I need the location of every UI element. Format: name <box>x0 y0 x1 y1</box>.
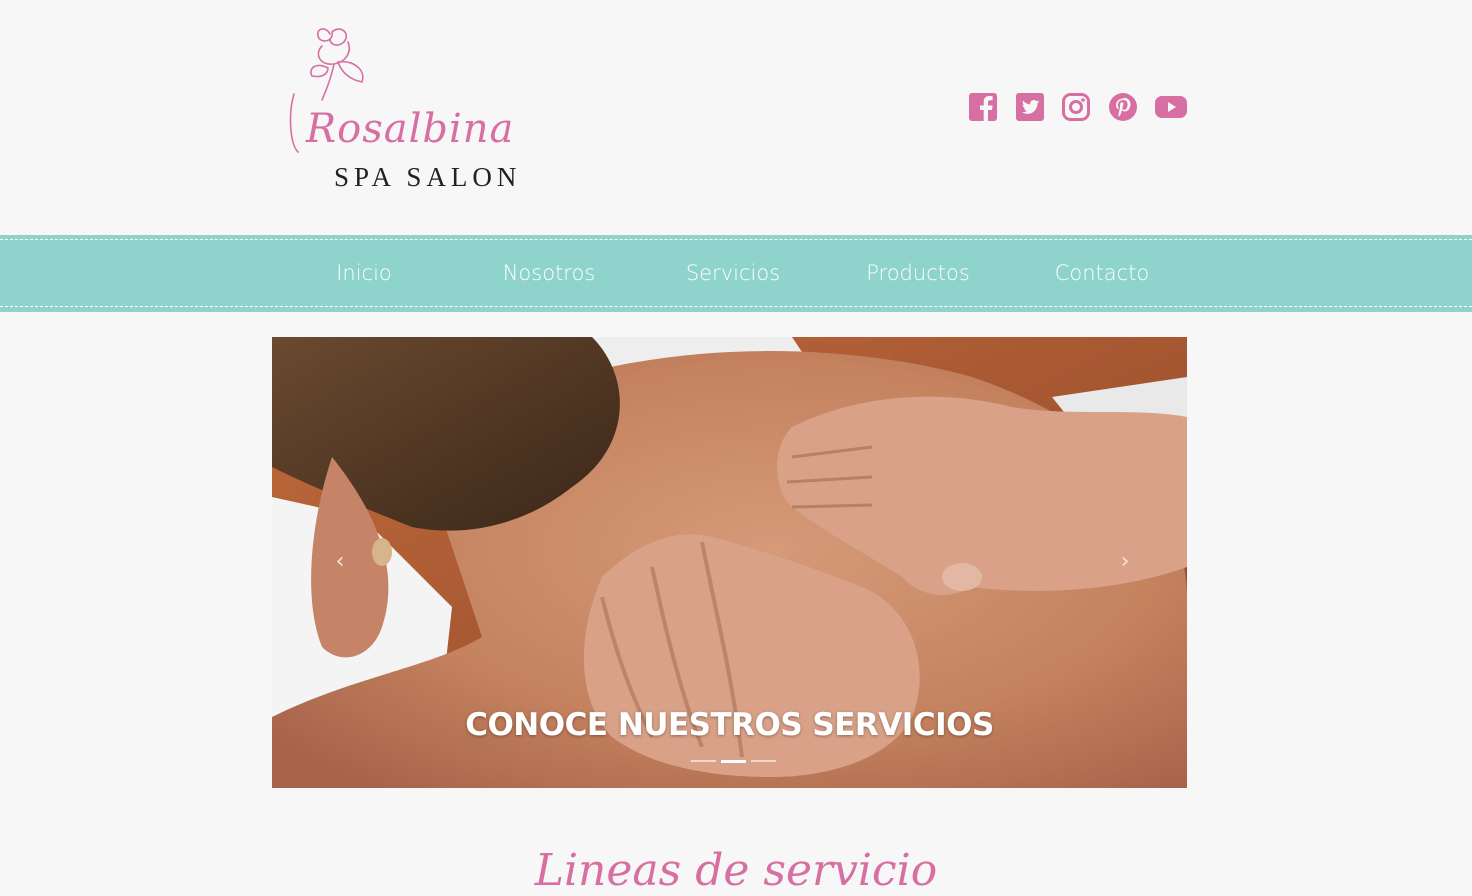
carousel-indicator-1[interactable] <box>691 760 716 762</box>
hero-carousel[interactable]: ‹ › CONOCE NUESTROS SERVICIOS <box>272 337 1187 788</box>
nav-dashed-border-bottom <box>0 306 1472 307</box>
nav-item-inicio[interactable]: Inicio <box>284 258 444 288</box>
brand-name: Rosalbina <box>306 106 515 152</box>
nav-item-nosotros[interactable]: Nosotros <box>469 258 629 288</box>
instagram-icon[interactable] <box>1061 92 1091 127</box>
youtube-icon[interactable] <box>1154 92 1188 127</box>
brand-logo[interactable]: Rosalbina SPA SALON <box>286 24 556 200</box>
nav-dashed-border-top <box>0 239 1472 240</box>
twitter-icon[interactable] <box>1015 92 1045 127</box>
facebook-icon[interactable] <box>968 92 998 127</box>
carousel-next-icon[interactable]: › <box>1113 549 1137 575</box>
brand-tagline: SPA SALON <box>334 162 522 192</box>
carousel-indicator-2[interactable] <box>721 760 746 763</box>
pinterest-icon[interactable] <box>1108 92 1138 127</box>
carousel-caption: CONOCE NUESTROS SERVICIOS <box>465 707 994 743</box>
carousel-indicator-3[interactable] <box>751 760 776 762</box>
main-nav: Inicio Nosotros Servicios Productos Cont… <box>0 235 1472 312</box>
nav-item-productos[interactable]: Productos <box>838 258 998 288</box>
nav-item-servicios[interactable]: Servicios <box>653 258 813 288</box>
nav-item-contacto[interactable]: Contacto <box>1022 258 1182 288</box>
section-title: Lineas de servicio <box>534 845 938 896</box>
carousel-prev-icon[interactable]: ‹ <box>328 549 352 575</box>
